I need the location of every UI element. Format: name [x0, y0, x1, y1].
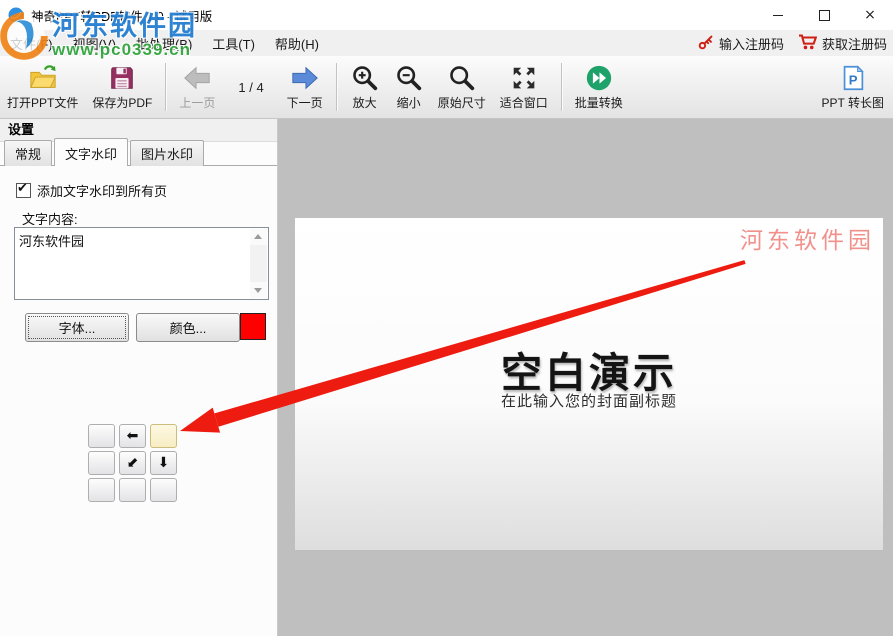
original-size-button[interactable]: 原始尺寸 — [431, 60, 493, 114]
page-indicator: 1 / 4 — [238, 80, 263, 95]
settings-header: 设置 — [0, 119, 277, 142]
menu-help[interactable]: 帮助(H) — [265, 30, 329, 57]
title-bar: 神奇PPT转PDF软件 1.0 - 试用版 × — [0, 0, 893, 30]
zoom-out-button[interactable]: 缩小 — [387, 60, 431, 114]
key-icon — [698, 34, 714, 53]
menu-tools[interactable]: 工具(T) — [202, 30, 265, 57]
ppt-long-image-icon: P — [838, 63, 868, 93]
checkbox-label: 添加文字水印到所有页 — [37, 181, 167, 200]
prev-page-button[interactable]: 上一页 — [172, 60, 222, 114]
fit-window-icon — [509, 63, 539, 93]
save-pdf-button[interactable]: 保存为PDF — [85, 60, 159, 114]
zoom-in-icon — [350, 63, 380, 93]
slide-subtitle: 在此输入您的封面副标题 — [295, 390, 883, 411]
position-cell-top-right[interactable] — [150, 424, 177, 448]
minimize-button[interactable] — [755, 0, 801, 30]
menu-view[interactable]: 视图(V) — [63, 30, 126, 57]
position-cell-center[interactable]: ⬋ — [119, 451, 146, 475]
menu-bar: 文件(F) 视图(V) 批处理(B) 工具(T) 帮助(H) 输入注册码 获取注… — [0, 30, 893, 56]
textarea-scrollbar[interactable] — [250, 229, 267, 298]
checkbox-icon[interactable] — [16, 183, 31, 198]
zoom-out-icon — [394, 63, 424, 93]
toolbar-separator — [165, 63, 166, 111]
settings-panel: 设置 常规 文字水印 图片水印 添加文字水印到所有页 文字内容: 河东软件园 字… — [0, 119, 278, 636]
watermark-text-input[interactable]: 河东软件园 — [14, 227, 269, 300]
zoom-in-button[interactable]: 放大 — [343, 60, 387, 114]
slide-preview: 河东软件园 空白演示 在此输入您的封面副标题 — [295, 218, 883, 550]
position-cell-middle-left[interactable] — [88, 451, 115, 475]
next-page-button[interactable]: 下一页 — [280, 60, 330, 114]
scroll-down-icon[interactable] — [250, 282, 267, 298]
position-cell-top-center[interactable]: ⬅ — [119, 424, 146, 448]
tab-general[interactable]: 常规 — [4, 140, 52, 166]
svg-text:P: P — [849, 73, 858, 88]
tab-image-watermark[interactable]: 图片水印 — [130, 140, 204, 166]
toolbar: 打开PPT文件 保存为PDF 上一页 1 / 4 下一页 放大 — [0, 56, 893, 119]
menu-batch[interactable]: 批处理(B) — [126, 30, 202, 57]
window-title: 神奇PPT转PDF软件 1.0 - 试用版 — [31, 6, 212, 25]
minimize-icon — [773, 15, 783, 16]
position-cell-top-left[interactable] — [88, 424, 115, 448]
scroll-up-icon[interactable] — [250, 229, 267, 245]
settings-tabs: 常规 文字水印 图片水印 — [4, 144, 277, 166]
text-content-label: 文字内容: — [22, 209, 78, 228]
watermark-text-value: 河东软件园 — [19, 231, 84, 250]
fit-window-button[interactable]: 适合窗口 — [493, 60, 555, 114]
maximize-button[interactable] — [801, 0, 847, 30]
batch-convert-icon — [584, 63, 614, 93]
watermark-position-grid: ⬅ ⬋ ⬇ — [88, 424, 177, 502]
position-cell-bottom-left[interactable] — [88, 478, 115, 502]
close-button[interactable]: × — [847, 0, 893, 30]
open-ppt-button[interactable]: 打开PPT文件 — [0, 60, 85, 114]
close-icon: × — [864, 8, 876, 22]
save-floppy-icon — [107, 63, 137, 93]
enter-register-code-button[interactable]: 输入注册码 — [698, 34, 784, 53]
get-register-code-button[interactable]: 获取注册码 — [798, 33, 887, 53]
position-cell-bottom-right[interactable] — [150, 478, 177, 502]
menu-file[interactable]: 文件(F) — [0, 30, 63, 57]
prev-arrow-icon — [182, 63, 212, 93]
batch-convert-button[interactable]: 批量转换 — [568, 60, 630, 114]
magnifier-icon — [447, 63, 477, 93]
position-cell-bottom-center[interactable] — [119, 478, 146, 502]
add-watermark-checkbox-row[interactable]: 添加文字水印到所有页 — [16, 181, 167, 200]
color-button[interactable]: 颜色... — [136, 313, 240, 342]
tab-text-watermark[interactable]: 文字水印 — [54, 138, 128, 166]
preview-area: 河东软件园 空白演示 在此输入您的封面副标题 — [278, 119, 893, 636]
toolbar-separator — [561, 63, 562, 111]
color-swatch — [240, 313, 266, 340]
cart-icon — [798, 33, 817, 53]
app-icon — [8, 7, 24, 23]
font-button[interactable]: 字体... — [25, 313, 129, 342]
next-arrow-icon — [290, 63, 320, 93]
ppt-to-long-image-button[interactable]: P PPT 转长图 — [815, 60, 891, 114]
open-folder-icon — [27, 63, 59, 93]
position-cell-middle-right[interactable]: ⬇ — [150, 451, 177, 475]
toolbar-separator — [336, 63, 337, 111]
slide-watermark-text: 河东软件园 — [740, 221, 875, 255]
maximize-icon — [819, 10, 830, 21]
